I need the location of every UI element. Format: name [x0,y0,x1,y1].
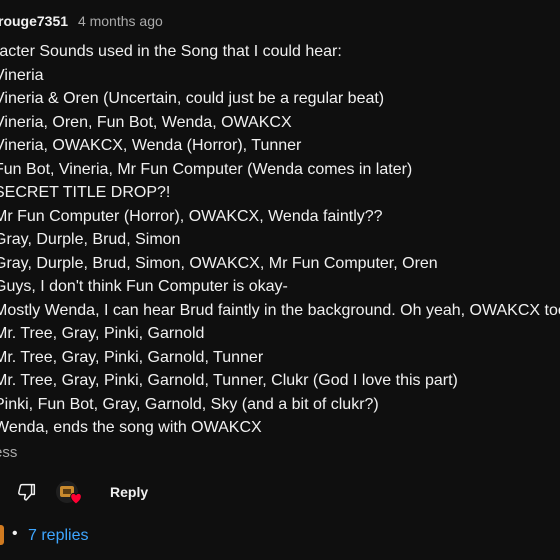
thumbs-down-icon[interactable] [16,481,38,503]
comment-line: Mr. Tree, Gray, Pinki, Garnold [0,325,205,342]
comment-line: racter Sounds used in the Song that I co… [0,43,342,60]
comment-line: Mr Fun Computer (Horror), OWAKCX, Wenda … [0,207,383,225]
comment-header: rouge7351 4 months ago [0,13,163,29]
comment-line: Pinki, Fun Bot, Gray, Garnold, Sky (and … [0,395,379,413]
comment-author[interactable]: rouge7351 [0,13,68,29]
replies-toggle[interactable]: • 7 replies [0,524,560,550]
comment-line: Mr. Tree, Gray, Pinki, Garnold, Tunner, … [0,372,458,389]
comment-line: Vineria [0,66,44,84]
comment-line: Vineria, OWAKCX, Wenda (Horror), Tunner [0,137,302,154]
comment-line: Vineria, Oren, Fun Bot, Wenda, OWAKCX [0,113,292,131]
comment-line: Mr. Tree, Gray, Pinki, Garnold, Tunner [0,348,264,366]
creator-heart-icon [68,490,84,506]
comment-body: racter Sounds used in the Song that I co… [0,40,560,440]
comment-line: Gray, Durple, Brud, Simon [0,231,181,248]
separator-dot: • [12,525,18,542]
comment-line: Guys, I don't think Fun Computer is okay… [0,278,288,295]
comment-line: Vineria & Oren (Uncertain, could just be… [0,90,385,107]
view-replies-link[interactable]: 7 replies [28,527,88,545]
comment-line: Fun Bot, Vineria, Mr Fun Computer (Wenda… [0,160,413,178]
comment-actions: Reply [0,476,560,510]
creator-heart-badge[interactable] [54,479,84,507]
comment-timestamp[interactable]: 4 months ago [78,13,163,29]
comment-line: Wenda, ends the song with OWAKCX [0,419,262,436]
reply-button[interactable]: Reply [110,484,148,500]
comment-line: SECRET TITLE DROP?! [0,184,171,201]
comment-line: Mostly Wenda, I can hear Brud faintly in… [0,301,560,319]
replier-avatar [0,525,4,545]
show-less-link[interactable]: ess [0,444,17,461]
comment-line: Gray, Durple, Brud, Simon, OWAKCX, Mr Fu… [0,254,438,272]
